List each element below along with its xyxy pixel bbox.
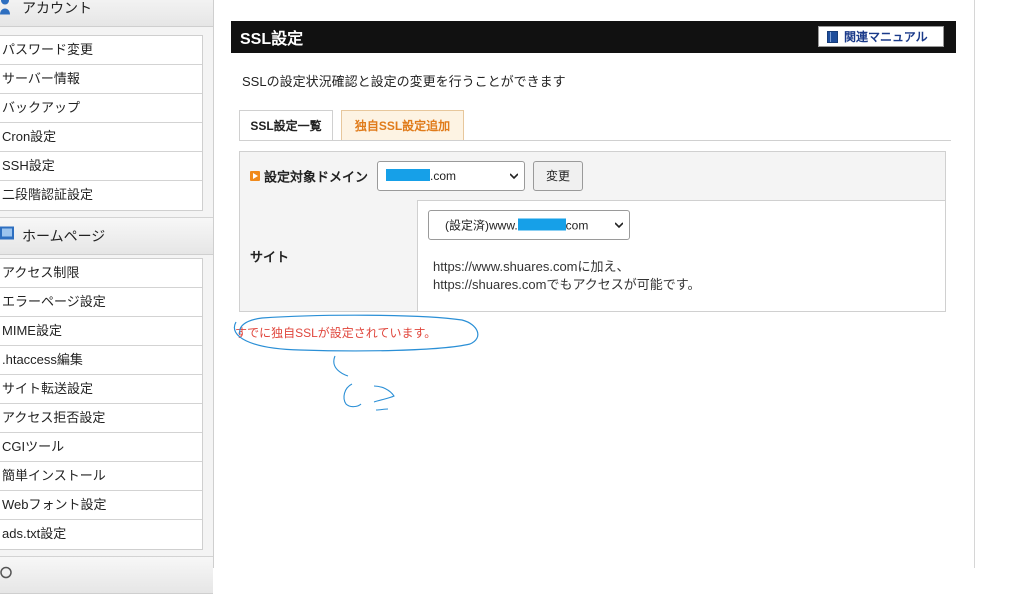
domain-select[interactable]: .com [377,161,525,191]
page-description: SSLの設定状況確認と設定の変更を行うことができます [242,74,566,89]
homepage-menu: アクセス制限 エラーページ設定 MIME設定 .htaccess編集 サイト転送… [0,258,203,550]
sidebar-section-account: アカウント [0,0,213,27]
sidebar-item-cgi-tool[interactable]: CGIツール [0,433,202,462]
tab-bar: SSL設定一覧 独自SSL設定追加 [239,110,951,141]
sidebar-section-title: ホームページ [22,228,106,244]
sidebar-section-next [0,556,213,594]
site-note: https://www.shuares.comに加え、 https://shua… [433,258,701,294]
redacted-mask [517,218,566,231]
domain-row: 設定対象ドメイン .com 変更 [240,152,945,201]
sidebar-item-easy-install[interactable]: 簡単インストール [0,462,202,491]
redacted-mask [386,169,430,181]
sidebar-item-htaccess[interactable]: .htaccess編集 [0,346,202,375]
chevron-down-icon [510,173,518,180]
main-content: SSL設定 関連マニュアル SSLの設定状況確認と設定の変更を行うことができます… [231,21,956,340]
monitor-icon [0,224,16,249]
book-icon [827,30,838,43]
site-select-prefix: (設定済)www. [445,218,518,233]
sidebar-item-server-info[interactable]: サーバー情報 [0,65,202,94]
sidebar-item-web-font[interactable]: Webフォント設定 [0,491,202,520]
error-message: すでに独自SSLが設定されています。 [235,326,437,340]
page-titlebar: SSL設定 関連マニュアル [231,21,956,53]
sidebar-item-site-transfer[interactable]: サイト転送設定 [0,375,202,404]
domain-select-value: .com [430,169,457,183]
related-manual-button[interactable]: 関連マニュアル [818,26,944,47]
site-select[interactable]: (設定済)www. com [428,210,630,240]
tab-add-custom-ssl[interactable]: 独自SSL設定追加 [341,110,464,140]
arrow-bullet-icon [250,171,260,181]
sidebar-item-password[interactable]: パスワード変更 [0,36,202,65]
sidebar-item-cron[interactable]: Cron設定 [0,123,202,152]
related-manual-label: 関連マニュアル [844,30,928,44]
page-title: SSL設定 [240,31,304,48]
change-button[interactable]: 変更 [533,161,583,191]
sidebar-item-2fa[interactable]: 二段階認証設定 [0,181,202,210]
sidebar-section-title: アカウント [22,0,92,16]
domain-label: 設定対象ドメイン [264,169,369,185]
tab-ssl-list[interactable]: SSL設定一覧 [239,110,333,140]
sidebar-item-backup[interactable]: バックアップ [0,94,202,123]
ssl-form-panel: 設定対象ドメイン .com 変更 サイト (設定済)www. com https:… [239,151,946,312]
person-icon [0,0,12,21]
chevron-down-icon [615,222,623,229]
sidebar-item-access-limit[interactable]: アクセス制限 [0,259,202,288]
sidebar-item-ssh[interactable]: SSH設定 [0,152,202,181]
site-label: サイト [250,249,290,264]
right-border-line [974,0,975,568]
sidebar-item-ads-txt[interactable]: ads.txt設定 [0,520,202,549]
section-icon [0,563,12,588]
sidebar-item-access-deny[interactable]: アクセス拒否設定 [0,404,202,433]
site-note-line-2: https://shuares.comでもアクセスが可能です。 [433,277,701,292]
site-note-line-1: https://www.shuares.comに加え、 [433,259,630,274]
sidebar-section-homepage: ホームページ [0,217,213,255]
sidebar-item-mime[interactable]: MIME設定 [0,317,202,346]
site-label-cell: サイト [240,200,418,311]
site-select-suffix: com [565,218,589,233]
account-menu: パスワード変更 サーバー情報 バックアップ Cron設定 SSH設定 二段階認証… [0,35,203,211]
sidebar-item-error-page[interactable]: エラーページ設定 [0,288,202,317]
sidebar: アカウント パスワード変更 サーバー情報 バックアップ Cron設定 SSH設定… [0,0,214,594]
